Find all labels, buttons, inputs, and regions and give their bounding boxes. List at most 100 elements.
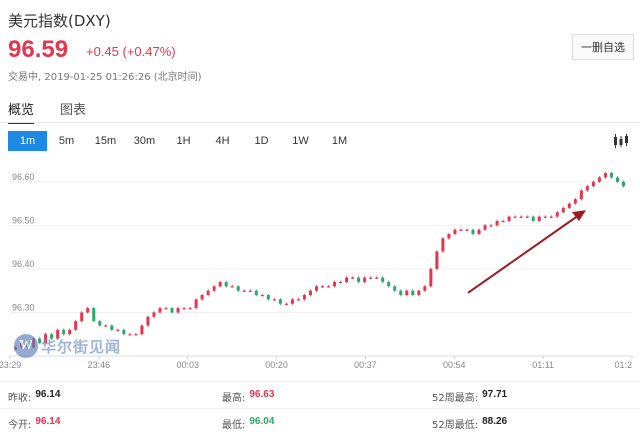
candle-body — [170, 308, 174, 313]
watermark-text: 华尔街见闻 — [41, 337, 122, 356]
candle-body — [369, 277, 373, 279]
stats-row: 昨收: 96.14 最高: 96.63 52周最高: 97.71 — [0, 382, 640, 408]
tabs-divider — [0, 122, 640, 123]
x-tick-label: 00:54 — [443, 360, 466, 370]
stat-value: 97.71 — [482, 389, 508, 400]
candle-body — [501, 220, 505, 223]
page-title: 美元指数(DXY) — [8, 12, 111, 30]
x-tick-label: 23:46 — [88, 360, 111, 370]
y-tick-label: 96.40 — [12, 259, 35, 269]
candle-body — [537, 216, 541, 221]
candle-body — [290, 299, 294, 304]
candle-body — [230, 286, 234, 288]
stat-value: 88.26 — [482, 416, 508, 427]
stat-label: 52周最高: — [432, 393, 479, 404]
period-30m[interactable]: 30m — [125, 131, 164, 151]
stat-value: 96.63 — [249, 389, 275, 400]
candle-body — [465, 229, 469, 231]
candle-body — [435, 251, 439, 269]
candle-body — [603, 173, 607, 178]
candle-body — [387, 281, 391, 287]
candle-body — [591, 181, 595, 187]
candle-body — [218, 281, 222, 287]
candle-body — [254, 290, 258, 296]
candle-body — [206, 290, 210, 296]
x-tick-label: 23:29 — [0, 360, 21, 370]
candle-body — [351, 277, 355, 279]
candle-body — [74, 321, 78, 330]
period-1m[interactable]: 1m — [8, 131, 47, 151]
watermark-logo-icon: W — [14, 334, 38, 358]
tab-overview[interactable]: 概览 — [8, 99, 35, 124]
watermark: W 华尔街见闻 — [14, 334, 121, 358]
candle-body — [609, 173, 613, 178]
candle-body — [80, 312, 84, 322]
remove-watchlist-button[interactable]: 一删自选 — [572, 34, 634, 60]
candle-body — [441, 238, 445, 252]
candle-body — [284, 303, 288, 305]
y-tick-label: 96.30 — [12, 302, 35, 312]
candle-body — [429, 268, 433, 287]
tab-chart[interactable]: 图表 — [60, 99, 86, 124]
candle-body — [116, 329, 120, 332]
stat-label: 最低: — [222, 420, 246, 431]
candle-body — [519, 216, 523, 218]
candle-body — [98, 321, 102, 326]
candle-body — [200, 295, 204, 300]
candlestick-chart-icon[interactable] — [612, 133, 630, 149]
candle-body — [621, 181, 625, 187]
candle-body — [357, 277, 361, 282]
candle-body — [104, 325, 108, 327]
stat-value: 96.14 — [35, 389, 61, 400]
candle-body — [266, 295, 270, 300]
candle-body — [260, 295, 264, 297]
candle-body — [447, 234, 451, 239]
candle-body — [194, 299, 198, 309]
candle-body — [134, 334, 138, 336]
x-tick-label: 00:03 — [176, 360, 199, 370]
candle-body — [555, 212, 559, 217]
candle-body — [302, 295, 306, 300]
last-price: 96.59 — [8, 36, 69, 63]
period-1h[interactable]: 1H — [164, 131, 203, 151]
stat-low: 最低: 96.04 — [222, 416, 274, 431]
stats-panel: 昨收: 96.14 最高: 96.63 52周最高: 97.71 今开: 96.… — [0, 381, 640, 434]
candle-body — [152, 312, 156, 317]
candle-body — [399, 290, 403, 296]
candle-body — [122, 329, 126, 335]
candle-body — [272, 299, 276, 301]
candle-body — [585, 186, 589, 191]
candle-body — [339, 281, 343, 284]
candle-body — [471, 229, 475, 235]
candle-body — [242, 290, 246, 292]
period-1w[interactable]: 1W — [281, 131, 320, 151]
stat-label: 最高: — [222, 393, 246, 404]
candle-body — [363, 277, 367, 282]
stat-52w-low: 52周最低: 88.26 — [432, 416, 507, 431]
candle-body — [411, 290, 415, 296]
candle-body — [525, 216, 529, 218]
candle-body — [327, 286, 331, 288]
candle-body — [459, 229, 463, 231]
x-tick-label: 00:20 — [265, 360, 288, 370]
candle-body — [405, 290, 409, 296]
candle-body — [579, 190, 583, 200]
stat-label: 昨收: — [8, 393, 32, 404]
period-1d[interactable]: 1D — [242, 131, 281, 151]
period-1mo[interactable]: 1M — [320, 131, 359, 151]
x-tick-label: 00:37 — [354, 360, 377, 370]
candle-body — [543, 216, 547, 218]
candle-body — [345, 277, 349, 282]
candle-body — [128, 334, 132, 336]
candle-body — [615, 177, 619, 182]
period-15m[interactable]: 15m — [86, 131, 125, 151]
candle-body — [212, 286, 216, 291]
candle-body — [333, 281, 337, 287]
y-tick-label: 96.60 — [12, 172, 35, 182]
period-4h[interactable]: 4H — [203, 131, 242, 151]
period-5m[interactable]: 5m — [47, 131, 86, 151]
stat-label: 今开: — [8, 420, 32, 431]
x-tick-label: 01:11 — [532, 360, 554, 370]
candle-body — [278, 299, 282, 304]
candle-body — [597, 177, 601, 182]
